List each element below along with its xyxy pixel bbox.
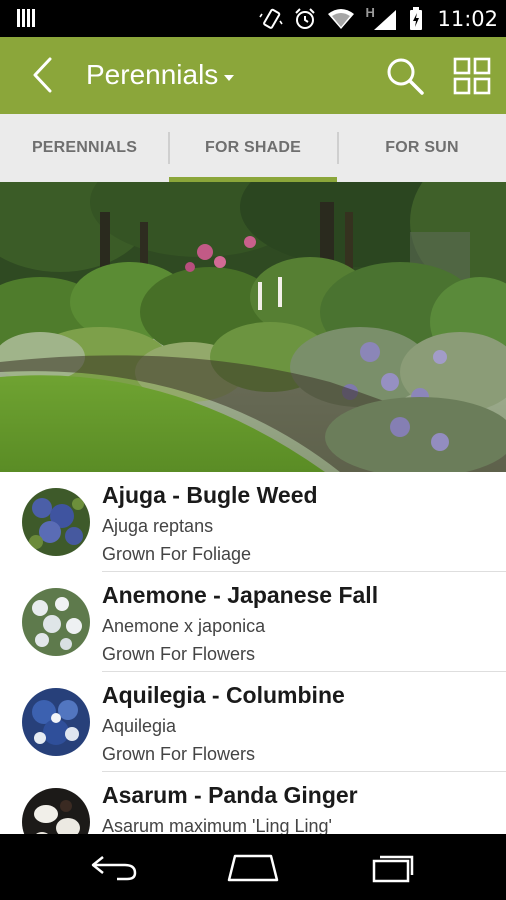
category-dropdown[interactable]: Perennials: [86, 55, 235, 95]
notification-icon: [17, 9, 35, 27]
plant-name: Asarum - Panda Ginger: [102, 782, 358, 808]
plant-scientific-name: Anemone x japonica: [102, 616, 266, 636]
vibrate-icon: [259, 8, 284, 29]
list-item[interactable]: Ajuga - Bugle Weed Ajuga reptans Grown F…: [0, 472, 506, 572]
plant-list[interactable]: Ajuga - Bugle Weed Ajuga reptans Grown F…: [0, 472, 506, 834]
search-icon: [387, 58, 424, 95]
plant-grown-for: Grown For Flowers: [102, 644, 256, 664]
back-arrow-icon: [33, 57, 52, 93]
nav-recents-button[interactable]: [364, 846, 424, 888]
navigation-bar: [0, 834, 506, 900]
action-bar: Perennials: [0, 37, 506, 114]
list-item[interactable]: Asarum - Panda Ginger Asarum maximum 'Li…: [0, 772, 506, 834]
back-icon: [91, 856, 137, 881]
search-button[interactable]: [384, 55, 426, 97]
status-bar: H 11:02: [0, 0, 506, 37]
recents-icon: [372, 855, 414, 883]
battery-icon: [410, 7, 423, 30]
plant-name: Anemone - Japanese Fall: [102, 582, 379, 608]
clock: 11:02: [437, 7, 498, 31]
tab-bar: PERENNIALS FOR SHADE FOR SUN: [0, 114, 506, 183]
alarm-icon: [295, 8, 316, 29]
plant-thumbnail: [22, 588, 90, 656]
page-title: Perennials: [86, 59, 219, 90]
back-button[interactable]: [22, 53, 62, 97]
plant-grown-for: Grown For Foliage: [102, 544, 252, 564]
dropdown-caret-icon: [224, 75, 235, 81]
list-item[interactable]: Anemone - Japanese Fall Anemone x japoni…: [0, 572, 506, 672]
plant-thumbnail: [22, 688, 90, 756]
grid-view-button[interactable]: [452, 56, 492, 96]
garden-illustration: [0, 182, 506, 472]
list-item[interactable]: Aquilegia - Columbine Aquilegia Grown Fo…: [0, 672, 506, 772]
plant-scientific-name: Ajuga reptans: [102, 516, 214, 536]
tab-perennials[interactable]: PERENNIALS: [0, 114, 169, 182]
tab-label: PERENNIALS: [31, 139, 138, 156]
nav-home-button[interactable]: [223, 846, 283, 888]
plant-thumbnail: [22, 488, 90, 556]
plant-scientific-name: Asarum maximum 'Ling Ling': [102, 816, 332, 834]
home-icon: [227, 854, 279, 882]
plant-thumbnail: [22, 788, 90, 834]
plant-scientific-name: Aquilegia: [102, 716, 177, 736]
nav-back-button[interactable]: [84, 846, 144, 888]
tab-for-shade[interactable]: FOR SHADE: [169, 114, 337, 182]
tab-label: FOR SHADE: [204, 139, 302, 156]
signal-icon: [374, 10, 397, 30]
tab-label: FOR SUN: [385, 139, 459, 156]
plant-name: Ajuga - Bugle Weed: [102, 482, 318, 508]
grid-view-icon: [453, 57, 491, 95]
plant-grown-for: Grown For Flowers: [102, 744, 256, 764]
signal-indicator: H: [365, 5, 399, 31]
tab-for-sun[interactable]: FOR SUN: [338, 114, 506, 182]
wifi-icon: [328, 9, 355, 29]
hero-garden-image: [0, 182, 506, 472]
plant-name: Aquilegia - Columbine: [102, 682, 345, 708]
